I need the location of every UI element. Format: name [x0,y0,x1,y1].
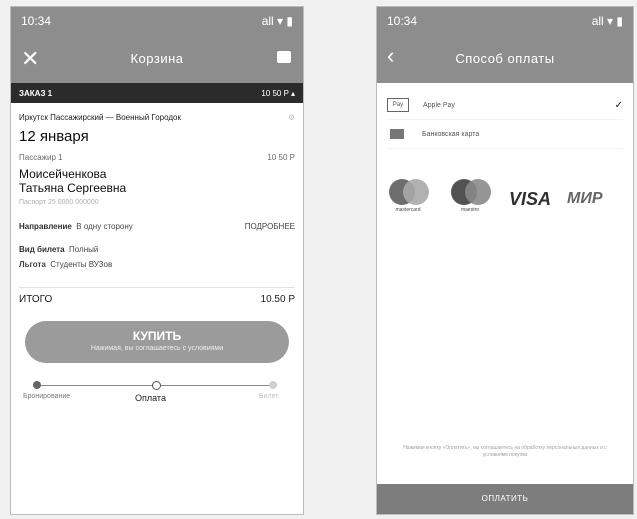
order-label: ЗАКАЗ 1 [19,88,53,98]
visa-logo: VISA [509,188,552,209]
buy-button-label: КУПИТЬ [132,329,182,343]
mastercard-logo: mastercard [385,179,431,219]
order-price: 10 50 P ▴ [261,88,295,98]
mir-logo: МИР [567,190,603,207]
passenger-tag: Пассажир 1 [19,153,63,162]
route: Иркутск Пассажирский — Военный Городок [19,113,181,122]
trash-icon[interactable]: ⚙ [288,113,295,122]
ticket-type-row: Вид билета Полный [19,245,295,254]
total-label: ИТОГО [19,294,53,305]
buy-button-subtext: Нажимая, вы соглашаетесь с условиями [90,345,224,352]
order-bar[interactable]: ЗАКАЗ 1 10 50 P ▴ [11,83,303,103]
trip-date: 12 января [19,128,89,145]
route-row: Иркутск Пассажирский — Военный Городок ⚙ [19,113,295,122]
step-ticket: Билет [259,393,279,400]
payment-method-screen: 10:34 all ▾ ▮ ‹ Способ оплаты Pay Apple … [376,6,634,515]
passenger-document: Паспорт 25 0000 000000 [19,199,99,206]
direction-row: Направление В одну сторону ПОДРОБНЕЕ [19,222,295,231]
passenger-price: 10 50 P [267,153,295,162]
step-dot-ticket [269,381,277,389]
page-title: Корзина [130,50,184,66]
apple-pay-icon: Pay [387,98,409,112]
card-icon [390,129,404,139]
ticket-type-label: Вид билета [19,245,65,254]
bank-card-label: Банковская карта [422,130,480,138]
checkout-steps: Бронирование Оплата Билет [19,377,295,417]
cart-screen: 10:34 all ▾ ▮ ✕ Корзина ЗАКАЗ 1 10 50 P … [10,6,304,515]
apple-pay-label: Apple Pay [423,101,455,109]
back-icon[interactable]: ‹ [387,43,394,69]
benefit-value: Студенты ВУЗов [50,260,113,269]
passenger-name: Моисейченкова Татьяна Сергеевна [19,167,295,195]
status-time: 10:34 [21,14,52,28]
direction-value: В одну сторону [76,222,133,231]
method-bank-card[interactable]: Банковская карта [387,120,623,149]
payment-methods: Pay Apple Pay ✓ Банковская карта [377,83,633,157]
status-bar-right: 10:34 all ▾ ▮ [387,14,623,28]
total-value: 10.50 P [260,294,295,305]
payment-title: Способ оплаты [455,50,555,66]
card-logos: mastercard maestro VISA МИР [377,179,633,219]
cart-header: 10:34 all ▾ ▮ ✕ Корзина [11,7,303,83]
cart-icon[interactable] [277,51,291,63]
buy-button[interactable]: КУПИТЬ Нажимая, вы соглашаетесь с услови… [25,321,289,363]
step-payment: Оплата [135,393,166,403]
payment-header: 10:34 all ▾ ▮ ‹ Способ оплаты [377,7,633,83]
total-row: ИТОГО 10.50 P [19,287,295,305]
step-dot-payment [152,381,161,390]
payment-disclaimer: Нажимая кнопку «Оплатить», вы соглашаете… [403,445,607,458]
status-signal: all ▾ ▮ [261,14,293,28]
step-booking: Бронирование [23,393,71,400]
ticket-type-value: Полный [69,245,99,254]
check-icon: ✓ [614,99,623,111]
pay-button[interactable]: ОПЛАТИТЬ [377,484,633,514]
details-link[interactable]: ПОДРОБНЕЕ [245,222,295,231]
nav-bar: ✕ Корзина [11,43,303,73]
status-signal-right: all ▾ ▮ [591,14,623,28]
passenger-last-name: Моисейченкова [19,167,107,181]
step-dot-booking [33,381,41,389]
passenger-first-name: Татьяна Сергеевна [19,181,127,195]
order-details: Иркутск Пассажирский — Военный Городок ⚙… [11,103,303,423]
direction-label: Направление [19,222,72,231]
status-time-right: 10:34 [387,14,418,28]
passenger-header: Пассажир 1 10 50 P [19,153,295,162]
status-bar: 10:34 all ▾ ▮ [21,14,293,28]
benefit-label: Льгота [19,260,46,269]
nav-bar-right: ‹ Способ оплаты [377,43,633,73]
maestro-logo: maestro [447,179,493,219]
close-icon[interactable]: ✕ [21,46,39,72]
method-apple-pay[interactable]: Pay Apple Pay ✓ [387,91,623,120]
benefit-row: Льгота Студенты ВУЗов [19,260,295,269]
